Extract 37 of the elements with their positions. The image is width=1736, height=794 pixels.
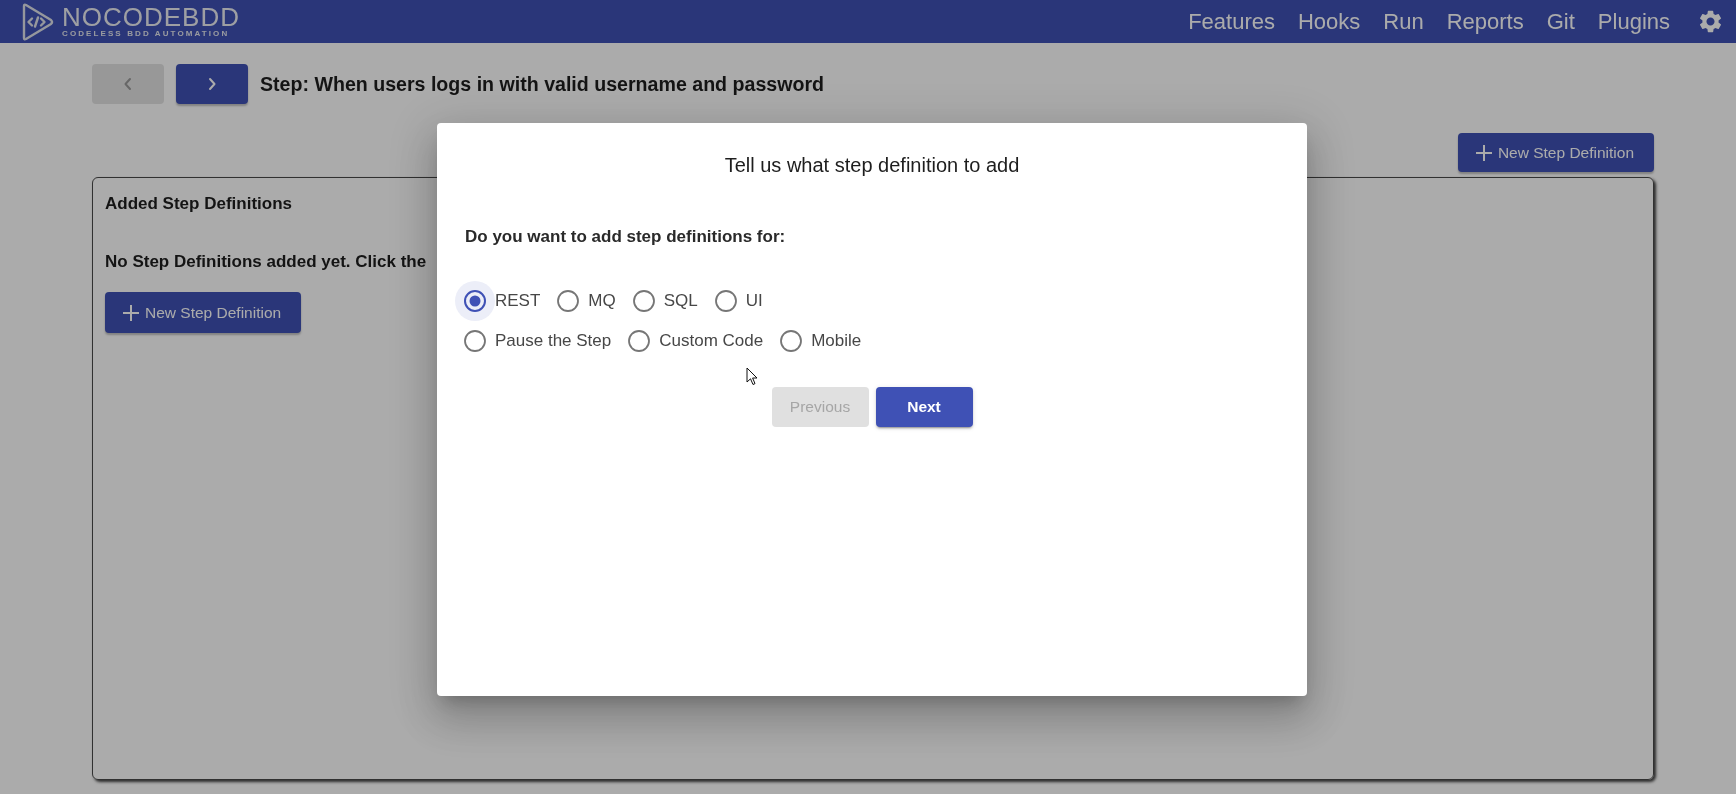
plus-icon	[123, 304, 139, 321]
radio-label[interactable]: SQL	[663, 291, 698, 311]
chevron-right-icon	[207, 77, 217, 91]
radio-button[interactable]	[632, 290, 655, 312]
radio-button[interactable]	[464, 330, 486, 352]
step-title: Step: When users logs in with valid username and password	[260, 72, 824, 96]
nav-link[interactable]: Hooks	[1297, 8, 1361, 35]
card-title: Added Step Definitions	[105, 194, 292, 214]
dialog-title: Tell us what step definition to add	[724, 153, 1020, 177]
nav-link[interactable]: Reports	[1446, 8, 1524, 35]
radio-button[interactable]	[455, 281, 495, 321]
radio-label[interactable]: UI	[745, 291, 763, 311]
nav-link[interactable]: Features	[1188, 8, 1275, 35]
new-step-definition-button[interactable]: New Step Definition	[105, 292, 302, 333]
nav-link[interactable]: Plugins	[1597, 8, 1670, 35]
mouse-pointer-icon	[746, 367, 758, 386]
radio-label[interactable]: MQ	[588, 291, 616, 311]
nav-link[interactable]: Git	[1546, 8, 1575, 35]
radio-label[interactable]: REST	[495, 291, 541, 311]
settings-icon[interactable]	[1697, 8, 1724, 35]
logo-tagline: CODELESS BDD AUTOMATION	[62, 28, 231, 39]
plus-icon	[1475, 144, 1492, 161]
radio-label[interactable]: Mobile	[811, 331, 862, 351]
nav-link[interactable]: Run	[1383, 8, 1424, 35]
radio-button[interactable]	[557, 290, 580, 312]
new-step-definition-button[interactable]: New Step Definition	[1457, 133, 1654, 172]
radio-button[interactable]	[780, 330, 803, 352]
radio-button[interactable]	[628, 330, 651, 352]
radio-label[interactable]: Pause the Step	[495, 331, 612, 351]
logo-icon	[20, 1, 54, 42]
empty-message: No Step Definitions added yet. Click the	[105, 252, 427, 272]
dialog-button[interactable]: Next	[875, 387, 973, 427]
question-text: Do you want to add step definitions for:	[465, 227, 786, 247]
chevron-left-icon	[123, 77, 133, 91]
logo-title: NOCODEBDD	[62, 4, 240, 29]
radio-button[interactable]	[714, 290, 737, 312]
radio-label[interactable]: Custom Code	[659, 331, 764, 351]
